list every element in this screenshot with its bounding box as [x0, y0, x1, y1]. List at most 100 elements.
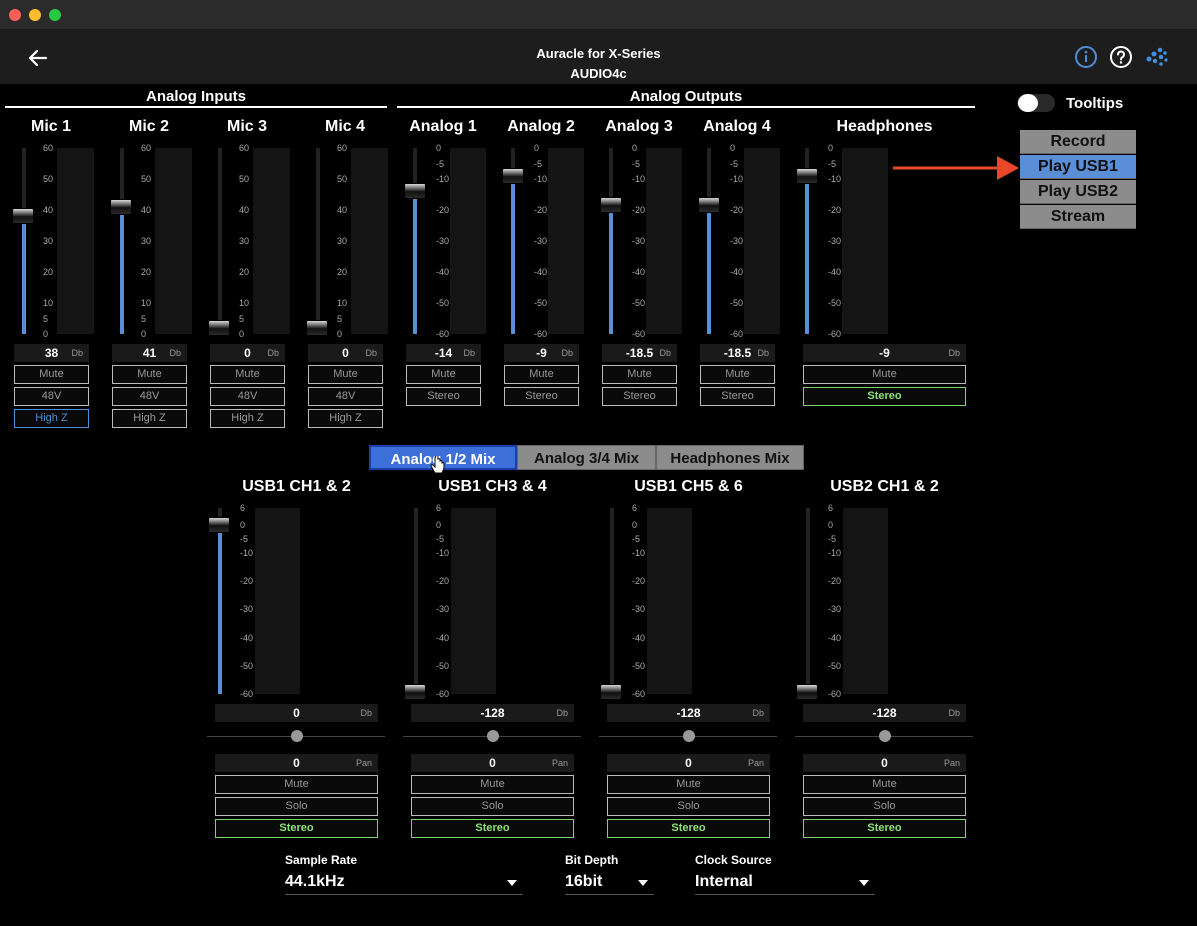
stereo-button[interactable]: Stereo: [215, 819, 378, 838]
fader-handle[interactable]: [110, 198, 132, 215]
scale-tick-label: -60: [436, 689, 450, 699]
pan-value-box[interactable]: 0 Pan: [215, 754, 378, 772]
level-value-box[interactable]: 0 Db: [308, 344, 383, 362]
routing-play-usb1[interactable]: Play USB1: [1020, 155, 1136, 179]
tab-analog-34-mix[interactable]: Analog 3/4 Mix: [517, 445, 656, 470]
phantom-48v-button[interactable]: 48V: [308, 387, 383, 406]
fader-handle[interactable]: [502, 167, 524, 184]
annotation-arrow-icon: [893, 156, 1019, 180]
stereo-button[interactable]: Stereo: [700, 387, 775, 406]
stereo-button[interactable]: Stereo: [803, 819, 966, 838]
fader-handle[interactable]: [796, 684, 818, 700]
level-value-box[interactable]: 0 Db: [210, 344, 285, 362]
pan-slider-handle[interactable]: [487, 730, 499, 742]
phantom-48v-button[interactable]: 48V: [14, 387, 89, 406]
fader-handle[interactable]: [698, 197, 720, 214]
solo-button[interactable]: Solo: [607, 797, 770, 816]
level-value-box[interactable]: -18.5 Db: [700, 344, 775, 362]
fader-handle[interactable]: [208, 320, 230, 336]
fader-track[interactable]: [610, 508, 614, 694]
level-value-box[interactable]: 38 Db: [14, 344, 89, 362]
pan-value-box[interactable]: 0 Pan: [411, 754, 574, 772]
pan-slider-handle[interactable]: [291, 730, 303, 742]
sample-rate-select[interactable]: 44.1kHz: [285, 871, 523, 895]
level-value-box[interactable]: -128 Db: [803, 704, 966, 722]
help-icon[interactable]: [1109, 45, 1133, 69]
pan-slider-handle[interactable]: [683, 730, 695, 742]
scale-tick-label: 0: [240, 520, 246, 531]
mute-button[interactable]: Mute: [406, 365, 481, 384]
solo-button[interactable]: Solo: [411, 797, 574, 816]
stereo-button[interactable]: Stereo: [607, 819, 770, 838]
level-value-box[interactable]: -18.5 Db: [602, 344, 677, 362]
phantom-48v-button[interactable]: 48V: [112, 387, 187, 406]
stereo-button[interactable]: Stereo: [504, 387, 579, 406]
mute-button[interactable]: Mute: [803, 365, 966, 384]
stereo-button[interactable]: Stereo: [602, 387, 677, 406]
solo-button[interactable]: Solo: [803, 797, 966, 816]
mute-button[interactable]: Mute: [411, 775, 574, 794]
mute-button[interactable]: Mute: [210, 365, 285, 384]
pan-value: 0: [881, 756, 888, 770]
fader-handle[interactable]: [404, 684, 426, 700]
routing-record[interactable]: Record: [1020, 130, 1136, 154]
solo-button[interactable]: Solo: [215, 797, 378, 816]
highz-button[interactable]: High Z: [14, 409, 89, 428]
mute-button[interactable]: Mute: [607, 775, 770, 794]
fader-handle[interactable]: [600, 684, 622, 700]
zoom-window-button[interactable]: [49, 9, 61, 21]
stereo-button[interactable]: Stereo: [803, 387, 966, 406]
scale-tick-label: -40: [436, 632, 450, 643]
level-value-box[interactable]: -128 Db: [411, 704, 574, 722]
minimize-window-button[interactable]: [29, 9, 41, 21]
stereo-button[interactable]: Stereo: [411, 819, 574, 838]
close-window-button[interactable]: [9, 9, 21, 21]
level-meter: [647, 508, 692, 694]
tab-headphones-mix[interactable]: Headphones Mix: [656, 445, 804, 470]
mute-button[interactable]: Mute: [215, 775, 378, 794]
level-value-box[interactable]: -14 Db: [406, 344, 481, 362]
bit-depth-select[interactable]: 16bit: [565, 871, 654, 895]
mute-button[interactable]: Mute: [602, 365, 677, 384]
fader-track[interactable]: [218, 148, 222, 334]
fader-handle[interactable]: [796, 167, 818, 184]
phantom-48v-button[interactable]: 48V: [210, 387, 285, 406]
channel-label: Analog 4: [703, 118, 771, 135]
tooltips-toggle[interactable]: [1017, 94, 1055, 112]
stereo-button[interactable]: Stereo: [406, 387, 481, 406]
mute-button[interactable]: Mute: [504, 365, 579, 384]
clock-source-select[interactable]: Internal: [695, 871, 875, 895]
mute-button[interactable]: Mute: [14, 365, 89, 384]
highz-button[interactable]: High Z: [210, 409, 285, 428]
mute-button[interactable]: Mute: [308, 365, 383, 384]
fader-handle[interactable]: [600, 197, 622, 214]
highz-button[interactable]: High Z: [112, 409, 187, 428]
fader-handle[interactable]: [12, 208, 34, 225]
mute-button[interactable]: Mute: [803, 775, 966, 794]
level-value-box[interactable]: -9 Db: [504, 344, 579, 362]
mute-button[interactable]: Mute: [112, 365, 187, 384]
routing-stream[interactable]: Stream: [1020, 205, 1136, 229]
pan-value-box[interactable]: 0 Pan: [803, 754, 966, 772]
info-icon[interactable]: [1074, 45, 1098, 69]
level-value-box[interactable]: 41 Db: [112, 344, 187, 362]
pan-value-box[interactable]: 0 Pan: [607, 754, 770, 772]
fader-handle[interactable]: [306, 320, 328, 336]
mute-button[interactable]: Mute: [700, 365, 775, 384]
fader-track[interactable]: [414, 508, 418, 694]
routing-play-usb2[interactable]: Play USB2: [1020, 180, 1136, 204]
pan-slider-handle[interactable]: [879, 730, 891, 742]
level-value-box[interactable]: 0 Db: [215, 704, 378, 722]
scale-tick-label: 0: [239, 329, 245, 339]
app-header: Auracle for X-Series AUDIO4c: [0, 30, 1197, 84]
level-value-box[interactable]: -9 Db: [803, 344, 966, 362]
level-value-box[interactable]: -128 Db: [607, 704, 770, 722]
bit-depth-label: Bit Depth: [565, 853, 619, 867]
fader-track[interactable]: [316, 148, 320, 334]
fader-track[interactable]: [806, 508, 810, 694]
hand-cursor-icon: [430, 456, 445, 474]
fader-handle[interactable]: [404, 183, 426, 200]
fader-handle[interactable]: [208, 517, 230, 534]
highz-button[interactable]: High Z: [308, 409, 383, 428]
scale-tick-label: 10: [239, 298, 250, 308]
